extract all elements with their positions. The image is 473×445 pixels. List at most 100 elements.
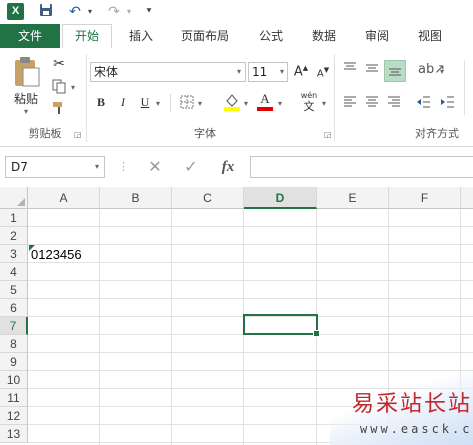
name-box[interactable]: D7 ▾ <box>5 156 105 178</box>
font-size-value: 11 <box>252 65 268 79</box>
gridline <box>28 226 473 227</box>
tab-review[interactable]: 审阅 <box>356 24 398 48</box>
tab-file[interactable]: 文件 <box>0 24 60 48</box>
formula-input[interactable] <box>250 156 473 178</box>
align-top-icon[interactable] <box>340 60 360 80</box>
tab-insert[interactable]: 插入 <box>118 24 164 48</box>
gridline <box>28 298 473 299</box>
customize-qat-icon[interactable]: ⯆ <box>142 3 156 21</box>
column-header-b[interactable]: B <box>100 187 172 209</box>
align-center-icon[interactable] <box>362 94 382 114</box>
gridline <box>28 244 473 245</box>
row-header-4[interactable]: 4 <box>0 263 28 281</box>
row-header-9[interactable]: 9 <box>0 353 28 371</box>
gridline <box>28 370 473 371</box>
column-header-f[interactable]: F <box>389 187 461 209</box>
row-header-12[interactable]: 12 <box>0 407 28 425</box>
copy-icon[interactable] <box>48 78 70 96</box>
tab-page-layout[interactable]: 页面布局 <box>172 24 238 48</box>
align-bottom-icon[interactable] <box>384 60 406 82</box>
clipboard-dialog-launcher-icon[interactable]: ◲ <box>74 130 82 139</box>
decrease-indent-icon[interactable] <box>414 94 434 114</box>
paste-dropdown-icon: ▾ <box>23 107 28 116</box>
chevron-down-icon: ▾ <box>236 67 241 76</box>
format-painter-icon[interactable] <box>48 100 70 118</box>
shrink-font-button[interactable]: A▼ <box>314 66 332 79</box>
redo-dropdown-icon[interactable]: ▾ <box>124 3 134 21</box>
copy-dropdown-icon[interactable]: ▾ <box>71 83 75 92</box>
gridline <box>99 209 100 445</box>
select-all-triangle-icon <box>17 198 25 206</box>
insert-function-icon[interactable]: fx <box>212 155 244 179</box>
grow-font-button[interactable]: A▲ <box>292 64 310 79</box>
phonetic-top-label: wén <box>300 91 318 100</box>
column-header-e[interactable]: E <box>317 187 389 209</box>
column-header-g[interactable] <box>461 187 473 209</box>
gridline <box>28 262 473 263</box>
row-header-3[interactable]: 3 <box>0 245 28 263</box>
chevron-down-icon: ▾ <box>279 67 284 76</box>
column-header-a[interactable]: A <box>28 187 100 209</box>
tab-data[interactable]: 数据 <box>303 24 345 48</box>
undo-icon[interactable]: ↶ <box>66 3 84 21</box>
align-left-icon[interactable] <box>340 94 360 114</box>
underline-button[interactable]: U <box>138 95 152 110</box>
redo-icon[interactable]: ↷ <box>105 3 123 21</box>
active-cell-d7[interactable] <box>243 314 318 335</box>
column-header-d[interactable]: D <box>244 187 317 209</box>
font-dialog-launcher-icon[interactable]: ◲ <box>324 130 332 139</box>
font-color-dropdown-icon[interactable]: ▾ <box>278 99 282 108</box>
row-header-5[interactable]: 5 <box>0 281 28 299</box>
row-header-7[interactable]: 7 <box>0 317 28 335</box>
font-color-button[interactable]: A <box>256 92 274 112</box>
tab-home[interactable]: 开始 <box>62 24 112 49</box>
save-icon[interactable] <box>36 3 56 21</box>
quick-access-toolbar: X ↶ ▾ ↷ ▾ ⯆ <box>0 0 473 24</box>
tab-formulas[interactable]: 公式 <box>250 24 292 48</box>
row-header-6[interactable]: 6 <box>0 299 28 317</box>
group-divider <box>334 54 335 142</box>
watermark-url: www.easck.com <box>360 422 473 436</box>
tab-view[interactable]: 视图 <box>409 24 451 48</box>
cut-icon[interactable]: ✂ <box>48 56 70 74</box>
font-size-select[interactable]: 11 ▾ <box>248 62 288 82</box>
row-header-8[interactable]: 8 <box>0 335 28 353</box>
gridline <box>171 209 172 445</box>
shrink-font-label: A <box>316 68 324 80</box>
font-name-select[interactable]: 宋体 ▾ <box>90 62 246 82</box>
italic-button[interactable]: I <box>116 95 130 110</box>
orientation-dropdown-icon[interactable]: ▾ <box>440 67 444 76</box>
borders-dropdown-icon[interactable]: ▾ <box>198 99 202 108</box>
bold-button[interactable]: B <box>94 95 108 110</box>
cell-a3[interactable]: 0123456 <box>31 246 82 263</box>
phonetic-dropdown-icon[interactable]: ▾ <box>322 99 326 108</box>
row-header-2[interactable]: 2 <box>0 227 28 245</box>
row-header-10[interactable]: 10 <box>0 371 28 389</box>
cancel-icon[interactable]: ✕ <box>140 155 170 179</box>
alignment-group-label: 对齐方式 <box>415 127 459 140</box>
group-divider <box>464 60 465 115</box>
paste-label: 粘贴 <box>13 92 38 106</box>
fill-handle[interactable] <box>313 330 320 337</box>
underline-dropdown-icon[interactable]: ▾ <box>156 99 160 108</box>
row-header-13[interactable]: 13 <box>0 425 28 443</box>
grow-font-label: A <box>293 64 303 80</box>
row-header-11[interactable]: 11 <box>0 389 28 407</box>
fill-color-dropdown-icon[interactable]: ▾ <box>244 99 248 108</box>
align-right-icon[interactable] <box>384 94 404 114</box>
undo-dropdown-icon[interactable]: ▾ <box>85 3 95 21</box>
align-middle-icon[interactable] <box>362 60 382 80</box>
group-divider <box>86 54 87 142</box>
enter-icon[interactable]: ✓ <box>176 155 206 179</box>
gridline <box>28 280 473 281</box>
increase-indent-icon[interactable] <box>438 94 458 114</box>
paste-button[interactable]: 粘贴 ▾ <box>8 56 44 126</box>
divider <box>170 94 171 112</box>
row-header-1[interactable]: 1 <box>0 209 28 227</box>
orientation-icon[interactable]: ab↗ <box>418 62 445 80</box>
column-header-c[interactable]: C <box>172 187 244 209</box>
phonetic-guide-button[interactable]: wén 文 <box>296 91 322 115</box>
fill-color-icon[interactable] <box>222 92 242 112</box>
borders-icon[interactable] <box>178 94 196 113</box>
select-all-button[interactable] <box>0 187 28 209</box>
